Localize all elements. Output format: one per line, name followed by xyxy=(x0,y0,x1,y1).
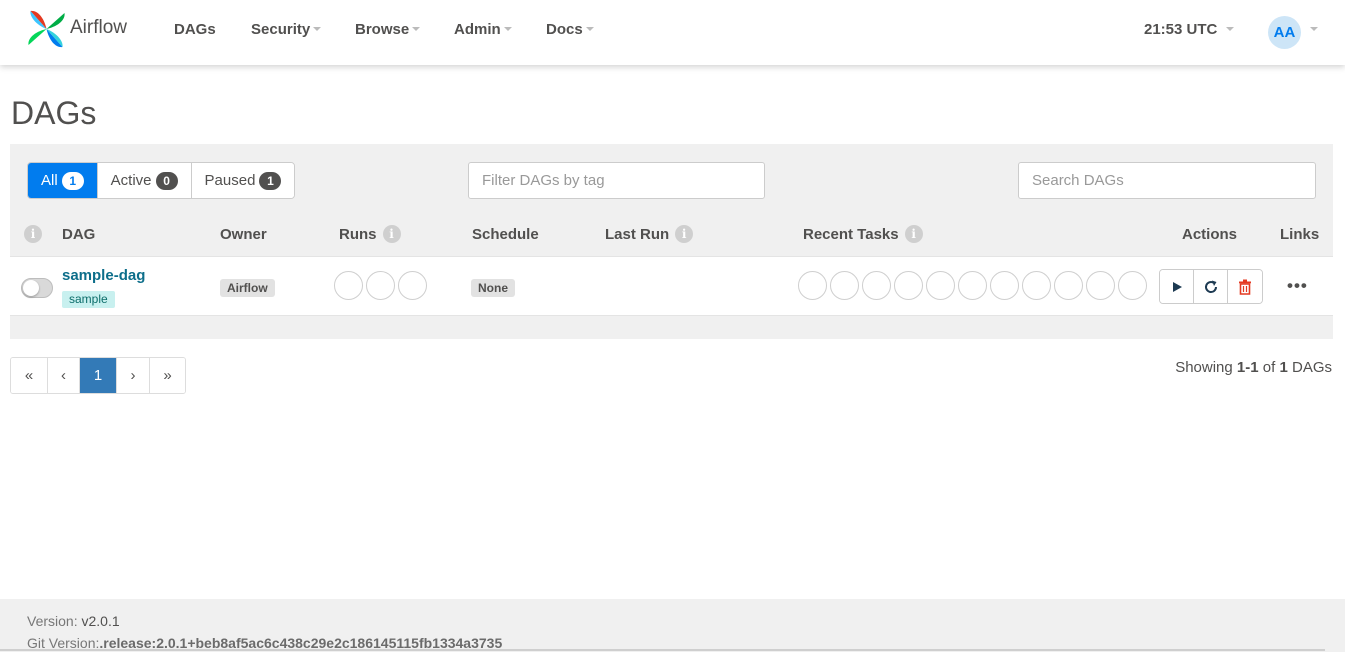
header-owner[interactable]: Owner xyxy=(220,226,267,243)
tab-active[interactable]: Active 0 xyxy=(97,163,192,198)
dag-id-link[interactable]: sample-dag xyxy=(62,267,145,284)
version-label: Version: xyxy=(27,613,82,629)
run-state-circle[interactable] xyxy=(334,271,363,300)
header-runs: Runs i xyxy=(339,224,401,243)
owner-label[interactable]: Airflow xyxy=(220,279,275,297)
page-next-button[interactable]: › xyxy=(117,358,150,393)
summary-prefix: Showing xyxy=(1175,359,1237,376)
task-state-circle[interactable] xyxy=(894,271,923,300)
info-icon[interactable]: i xyxy=(904,224,923,243)
schedule-label[interactable]: None xyxy=(471,279,515,297)
tag-filter-input[interactable] xyxy=(468,162,765,199)
info-icon: i xyxy=(24,224,42,243)
tab-paused[interactable]: Paused 1 xyxy=(191,163,295,198)
refresh-dag-button[interactable] xyxy=(1194,270,1228,303)
summary-suffix: DAGs xyxy=(1287,359,1332,376)
trash-icon xyxy=(1239,279,1251,295)
caret-down-icon xyxy=(313,27,322,32)
nav-admin[interactable]: Admin xyxy=(454,21,512,38)
dag-tag[interactable]: sample xyxy=(62,291,115,308)
tab-active-label: Active xyxy=(110,172,152,189)
tab-active-count: 0 xyxy=(155,171,178,190)
nav-security[interactable]: Security xyxy=(251,21,322,38)
tab-all-count: 1 xyxy=(61,171,84,190)
header-recent-tasks-label: Recent Tasks xyxy=(803,226,899,243)
tab-paused-count: 1 xyxy=(259,171,282,190)
airflow-logo-icon xyxy=(28,10,65,48)
header-schedule: Schedule xyxy=(472,226,539,243)
nav-security-label: Security xyxy=(251,21,311,38)
task-state-circle[interactable] xyxy=(926,271,955,300)
caret-down-icon[interactable] xyxy=(1310,27,1318,31)
nav-browse-label: Browse xyxy=(355,21,410,38)
task-state-circle[interactable] xyxy=(958,271,987,300)
tab-paused-label: Paused xyxy=(204,172,256,189)
header-links: Links xyxy=(1280,226,1320,243)
tab-all[interactable]: All 1 xyxy=(28,163,98,198)
footer-divider xyxy=(0,649,1325,651)
nav-docs[interactable]: Docs xyxy=(546,21,594,38)
task-state-circle[interactable] xyxy=(1086,271,1115,300)
nav-browse[interactable]: Browse xyxy=(355,21,421,38)
info-icon[interactable]: i xyxy=(675,224,694,243)
footer: Version: v2.0.1 Git Version:.release:2.0… xyxy=(0,599,1345,652)
page-prev-button[interactable]: ‹ xyxy=(48,358,80,393)
trigger-dag-button[interactable] xyxy=(1160,270,1194,303)
dag-search-input[interactable] xyxy=(1018,162,1316,199)
user-initials: AA xyxy=(1273,24,1296,41)
page-last-button[interactable]: » xyxy=(150,358,185,393)
page-first-button[interactable]: « xyxy=(11,358,48,393)
navbar: Airflow DAGs Security Browse Admin Docs … xyxy=(0,0,1345,65)
nav-dags[interactable]: DAGs xyxy=(174,21,216,38)
dags-panel: All 1 Active 0 Paused 1 i DAG Owner Runs… xyxy=(10,144,1333,339)
brand-name: Airflow xyxy=(70,17,128,38)
run-state-circle[interactable] xyxy=(398,271,427,300)
play-icon xyxy=(1172,281,1182,292)
status-filter-tabs: All 1 Active 0 Paused 1 xyxy=(27,162,296,199)
user-avatar[interactable]: AA xyxy=(1268,16,1301,49)
more-links-icon[interactable]: ••• xyxy=(1287,276,1308,296)
nav-admin-label: Admin xyxy=(454,21,501,38)
brand[interactable]: Airflow xyxy=(26,9,127,49)
task-state-circle[interactable] xyxy=(830,271,859,300)
header-last-run: Last Run i xyxy=(605,224,694,243)
task-state-circle[interactable] xyxy=(1054,271,1083,300)
nav-dags-label: DAGs xyxy=(174,21,216,38)
task-state-circle[interactable] xyxy=(1118,271,1147,300)
page-title: DAGs xyxy=(11,95,97,131)
version-value: v2.0.1 xyxy=(81,613,120,629)
nav-docs-label: Docs xyxy=(546,21,583,38)
toggle-info-icon[interactable]: i xyxy=(24,224,42,243)
version-line: Version: v2.0.1 xyxy=(27,613,120,629)
caret-down-icon xyxy=(585,27,594,32)
header-recent-tasks: Recent Tasks i xyxy=(803,224,923,243)
task-state-circle[interactable] xyxy=(1022,271,1051,300)
summary-range: 1-1 xyxy=(1236,359,1259,376)
header-actions: Actions xyxy=(1182,226,1238,243)
refresh-icon xyxy=(1204,280,1217,293)
pause-toggle[interactable] xyxy=(21,278,53,298)
tab-all-label: All xyxy=(41,172,58,189)
task-state-circle[interactable] xyxy=(798,271,827,300)
task-state-circle[interactable] xyxy=(862,271,891,300)
clock-time: 21:53 UTC xyxy=(1144,21,1218,38)
caret-down-icon xyxy=(1226,27,1235,32)
header-last-run-label: Last Run xyxy=(605,226,670,243)
caret-down-icon xyxy=(503,27,512,32)
summary-total: 1 xyxy=(1279,359,1288,376)
delete-dag-button[interactable] xyxy=(1228,270,1262,303)
table-row: sample-dag sample ••• xyxy=(10,256,1333,316)
run-state-circle[interactable] xyxy=(366,271,395,300)
dag-actions xyxy=(1159,269,1263,304)
header-runs-label: Runs xyxy=(339,226,377,243)
page-current-button[interactable]: 1 xyxy=(80,358,117,393)
info-icon[interactable]: i xyxy=(382,224,401,243)
timezone-menu[interactable]: 21:53 UTC xyxy=(1144,21,1235,38)
showing-summary: Showing 1-1 of 1 DAGs xyxy=(1175,359,1332,376)
summary-of: of xyxy=(1258,359,1280,376)
caret-down-icon xyxy=(412,27,421,32)
header-dag[interactable]: DAG xyxy=(62,226,95,243)
pagination: « ‹ 1 › » xyxy=(10,357,186,394)
task-state-circle[interactable] xyxy=(990,271,1019,300)
